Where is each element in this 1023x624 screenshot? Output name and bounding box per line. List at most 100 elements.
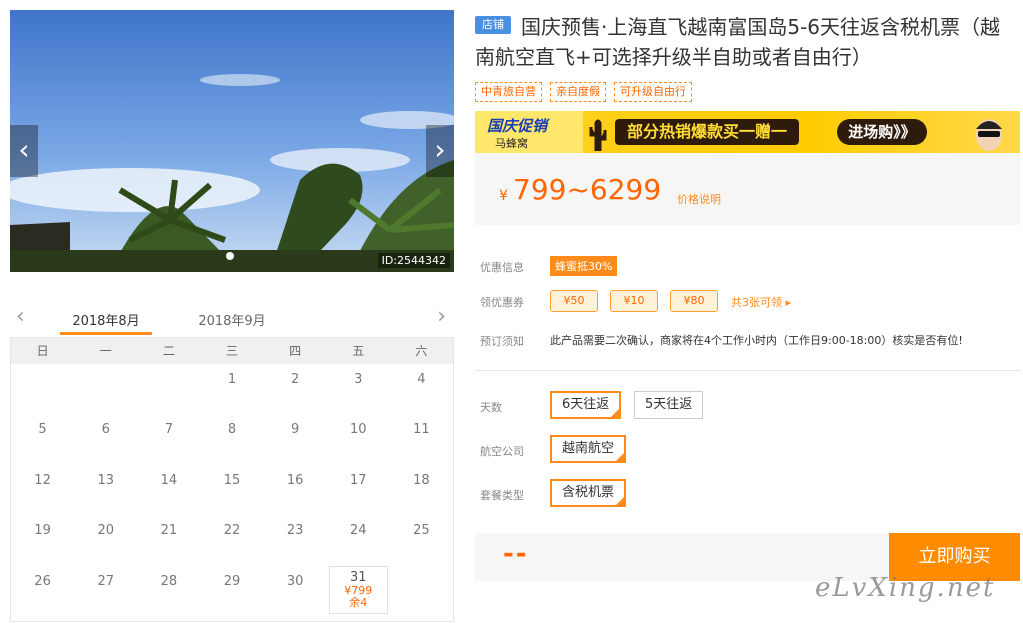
calendar-day: 20	[74, 515, 137, 565]
calendar-day: 13	[74, 465, 137, 515]
calendar-day-number: 30	[286, 573, 304, 589]
calendar-day: 25	[390, 515, 453, 565]
calendar-day: 11	[390, 414, 453, 464]
weekday: 二	[162, 344, 175, 358]
calendar-day: 19	[11, 515, 74, 565]
calendar-day-number: 20	[97, 523, 114, 539]
calendar-day-number: 16	[286, 472, 304, 488]
calendar-day-number: 10	[350, 422, 367, 438]
calendar-month-tab-2[interactable]: 2018年9月	[186, 310, 278, 329]
calendar-day-number: 25	[413, 523, 430, 539]
calendar-day: 12	[11, 465, 74, 515]
coupon-label: 领优惠券	[480, 296, 524, 309]
calendar-day-number: 1	[227, 372, 237, 387]
photo-dot[interactable]	[226, 252, 234, 260]
calendar-active-month-indicator	[60, 332, 152, 335]
calendar-month-tab-1[interactable]: 2018年8月	[60, 310, 152, 329]
calendar-day: 8	[200, 414, 263, 464]
weekday: 日	[36, 344, 49, 358]
promo-logo: 国庆促销 马蜂窝	[475, 111, 583, 153]
calendar-day: 2	[264, 364, 327, 414]
notice-text: 此产品需要二次确认，商家将在4个工作小时内（工作日9:00-18:00）核实是否…	[550, 334, 963, 347]
calendar-day-number: 9	[290, 422, 300, 438]
product-tags: 中青旅自营 亲自度假 可升级自由行	[475, 82, 692, 102]
shop-badge[interactable]: 店铺	[475, 16, 511, 34]
calendar-day-number: 13	[97, 472, 114, 488]
photo-id-label: ID:2544342	[377, 253, 450, 268]
calendar-next-icon[interactable]: ›	[437, 304, 446, 329]
promo-headline: 部分热销爆款买一赠一	[615, 119, 800, 145]
price-explain-link[interactable]: 价格说明	[677, 191, 721, 207]
calendar-day: 4	[390, 364, 453, 414]
calendar-day: 9	[264, 414, 327, 464]
calendar-day: 30	[264, 566, 327, 616]
calendar-day: 16	[264, 465, 327, 515]
weekday: 六	[415, 344, 428, 358]
days-label: 天数	[480, 401, 502, 414]
calendar-day-number: 11	[413, 422, 430, 438]
calendar-day-number: 12	[34, 472, 51, 488]
calendar-day-number: 24	[350, 523, 367, 539]
calendar-day: 22	[200, 515, 263, 565]
promo-go-button[interactable]: 进场购》》	[837, 119, 927, 145]
calendar-day-price: ¥799	[344, 583, 373, 597]
calendar-day-number: 18	[413, 472, 430, 488]
photo-next-button[interactable]: ›	[426, 125, 454, 177]
calendar-day-number: 26	[34, 573, 51, 589]
option-5-days[interactable]: 5天往返	[634, 391, 704, 419]
calendar-day: 14	[137, 465, 200, 515]
calendar-day-number: 28	[160, 573, 178, 589]
option-package[interactable]: 含税机票	[550, 479, 627, 507]
calendar-day: 1	[200, 364, 263, 414]
product-title: 国庆预售·上海直飞越南富国岛5-6天往返含税机票（越南航空直飞+可选择升级半自助…	[475, 15, 1001, 69]
airline-label: 航空公司	[480, 445, 524, 458]
calendar-day-number: 7	[164, 422, 173, 438]
coupon-more-link[interactable]: 共3张可领 ▸	[731, 294, 791, 310]
mascot-face-icon	[976, 119, 1002, 151]
divider	[475, 370, 1020, 371]
cactus-icon	[589, 119, 607, 151]
price-range: 799~6299	[513, 173, 662, 206]
product-photo: ‹ › ID:2544342	[10, 10, 454, 272]
calendar-day	[11, 364, 74, 414]
notice-label: 预订须知	[480, 335, 524, 348]
discount-label: 优惠信息	[480, 261, 524, 274]
calendar-day: 17	[327, 465, 390, 515]
calendar-day-number: 19	[34, 523, 51, 539]
calendar-day: 7	[137, 414, 200, 464]
calendar-prev-icon[interactable]: ‹	[16, 304, 25, 329]
coupon-50[interactable]: ¥50	[550, 290, 598, 312]
calendar-day	[74, 364, 137, 414]
coupon-10[interactable]: ¥10	[610, 290, 658, 312]
weekday: 四	[289, 344, 302, 358]
total-price: --	[503, 539, 529, 569]
calendar-day	[390, 566, 453, 616]
calendar-day-number: 21	[160, 523, 178, 539]
calendar-day-number: 14	[160, 472, 178, 488]
calendar-day-number: 22	[223, 523, 241, 539]
product-tag: 中青旅自营	[475, 82, 542, 102]
calendar-day: 26	[11, 566, 74, 616]
coupon-80[interactable]: ¥80	[670, 290, 718, 312]
promo-banner[interactable]: 国庆促销 马蜂窝 部分热销爆款买一赠一 进场购》》	[475, 111, 1020, 153]
calendar-header: ‹ 2018年8月 2018年9月 ›	[10, 298, 454, 338]
calendar-day-number: 23	[286, 523, 304, 539]
weekday: 三	[225, 344, 238, 358]
calendar-day-available[interactable]: 31 ¥799 余4	[328, 565, 388, 614]
calendar-day: 18	[390, 465, 453, 515]
calendar-day: 5	[11, 414, 74, 464]
price-currency: ¥	[499, 188, 508, 204]
price-box: ¥ 799~6299 价格说明	[475, 153, 1020, 225]
calendar-weekday-row: 日 一 二 三 四 五 六	[11, 338, 453, 364]
option-airline[interactable]: 越南航空	[550, 435, 627, 463]
calendar-day-number: 15	[223, 472, 241, 488]
calendar-day-number: 31	[350, 569, 367, 585]
package-label: 套餐类型	[480, 489, 524, 502]
calendar-day: 23	[264, 515, 327, 565]
option-6-days[interactable]: 6天往返	[550, 391, 622, 419]
calendar-day: 28	[137, 566, 200, 616]
calendar-grid: 1 2 3 4 5 6 7 8 9 10 11 12 13 14 15 16 17 18 19 20 21 22 23 24 2…	[11, 364, 453, 616]
photo-prev-button[interactable]: ‹	[10, 125, 38, 177]
calendar-day: 6	[74, 414, 137, 464]
calendar-day-number: 6	[101, 422, 110, 438]
